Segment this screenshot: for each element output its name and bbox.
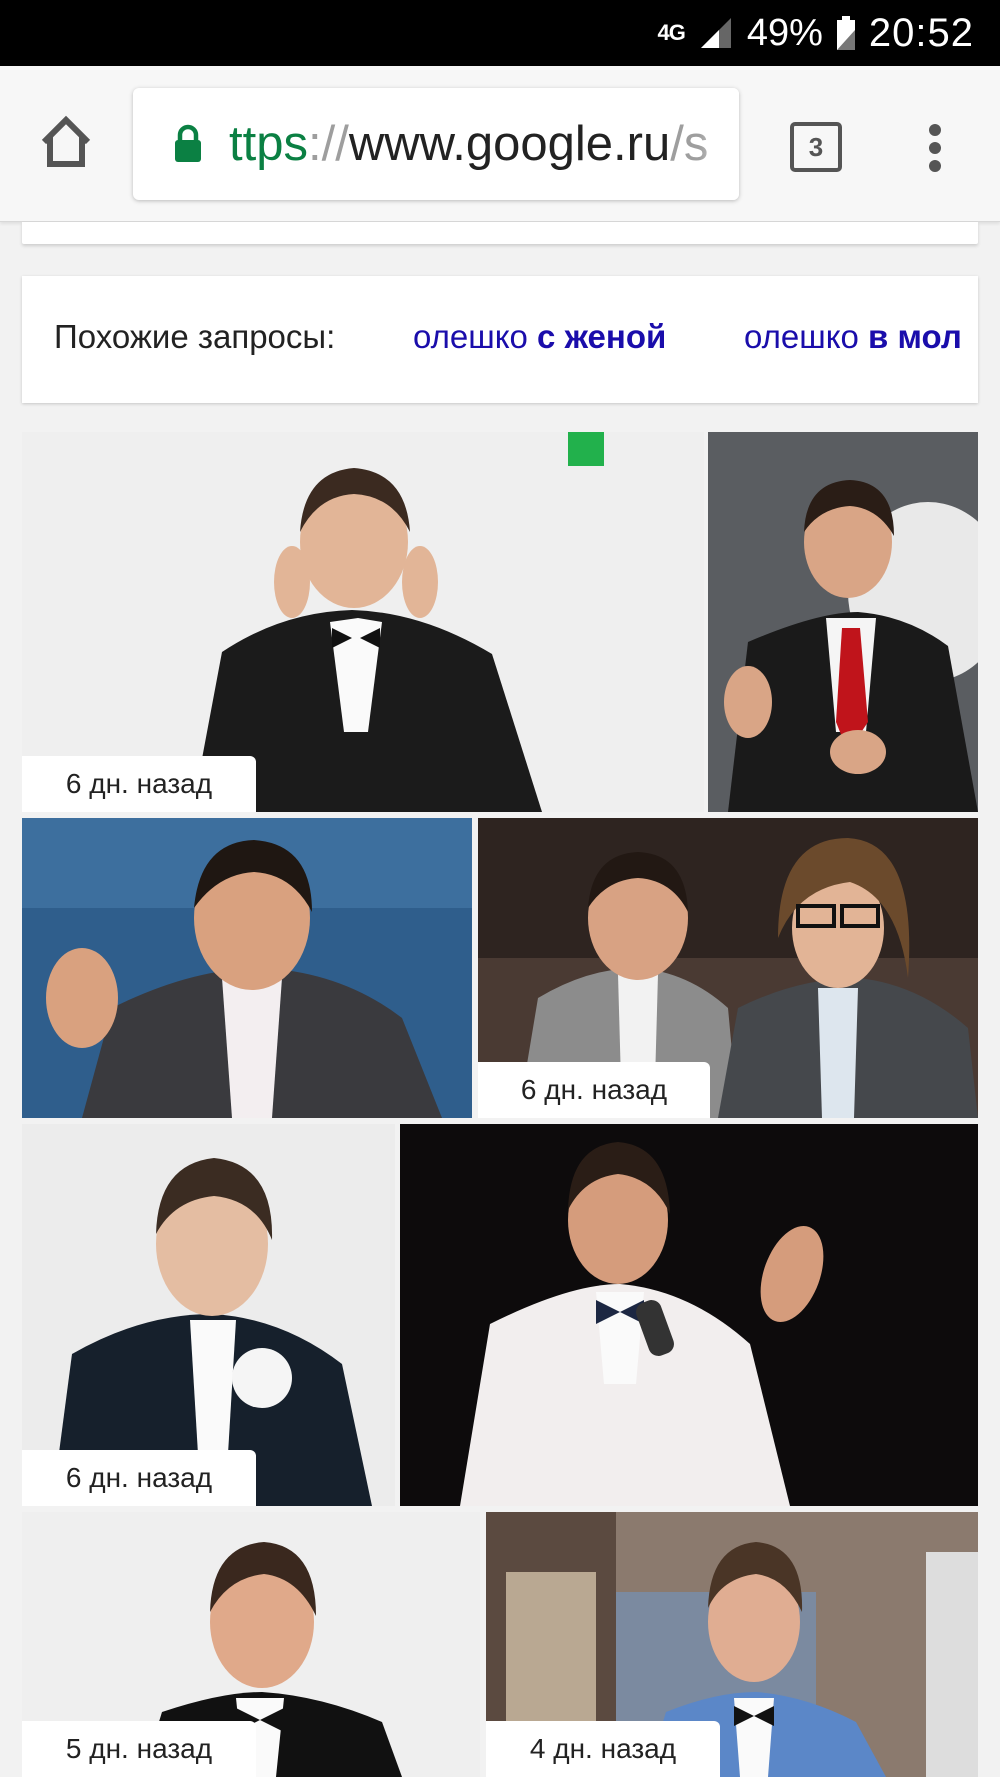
- related-search-term: в мол: [868, 318, 962, 355]
- network-icon: 4G: [657, 20, 685, 45]
- image-result[interactable]: [22, 818, 472, 1118]
- image-result[interactable]: 4 дн. назад: [486, 1512, 978, 1777]
- status-bar: 4G 49% 20:52: [0, 0, 1000, 66]
- image-result[interactable]: 6 дн. назад: [478, 818, 978, 1118]
- image-result[interactable]: 5 дн. назад: [22, 1512, 480, 1777]
- related-searches-card: Похожие запросы: олешко с женой олешко в…: [22, 276, 978, 403]
- image-result[interactable]: 6 дн. назад: [22, 1124, 395, 1506]
- url-scheme: ttps: [229, 117, 308, 171]
- overflow-menu-icon[interactable]: [920, 120, 950, 176]
- related-search-chip[interactable]: олешко в мол: [744, 318, 962, 356]
- home-icon[interactable]: [36, 112, 96, 172]
- image-age-badge: 4 дн. назад: [486, 1721, 720, 1777]
- portrait-image: [22, 432, 704, 812]
- battery-percent: 49%: [746, 11, 823, 54]
- image-age-badge: 6 дн. назад: [478, 1062, 710, 1118]
- image-age-badge: 5 дн. назад: [22, 1721, 256, 1777]
- signal-icon: [700, 18, 731, 48]
- battery-icon: [836, 16, 855, 50]
- image-age-badge: 6 дн. назад: [22, 1450, 256, 1506]
- portrait-image: [400, 1124, 978, 1506]
- url-fade: [699, 88, 739, 200]
- tab-switcher-button[interactable]: 3: [790, 122, 842, 172]
- image-result[interactable]: [708, 432, 978, 812]
- url-separator: ://: [307, 117, 349, 171]
- image-result[interactable]: [400, 1124, 978, 1506]
- portrait-image: [22, 1124, 395, 1506]
- related-searches-label: Похожие запросы:: [54, 318, 336, 355]
- related-search-chip[interactable]: олешко с женой: [413, 318, 666, 356]
- url-host: www.google.ru: [348, 117, 671, 171]
- previous-card: [22, 222, 978, 244]
- clock: 20:52: [868, 10, 974, 55]
- address-bar[interactable]: ttps://www.google.ru/s: [133, 88, 739, 200]
- lock-icon: [175, 124, 201, 162]
- related-search-term: с женой: [537, 318, 667, 355]
- browser-toolbar: ttps://www.google.ru/s: [0, 66, 1000, 222]
- source-logo: [568, 432, 604, 466]
- related-search-prefix: олешко: [744, 318, 869, 355]
- image-result[interactable]: 6 дн. назад: [22, 432, 704, 812]
- portrait-image: [22, 818, 472, 1118]
- related-search-prefix: олешко: [413, 318, 538, 355]
- url-text: ttps://www.google.ru/s: [229, 116, 708, 172]
- portrait-image: [708, 432, 978, 812]
- image-age-badge: 6 дн. назад: [22, 756, 256, 812]
